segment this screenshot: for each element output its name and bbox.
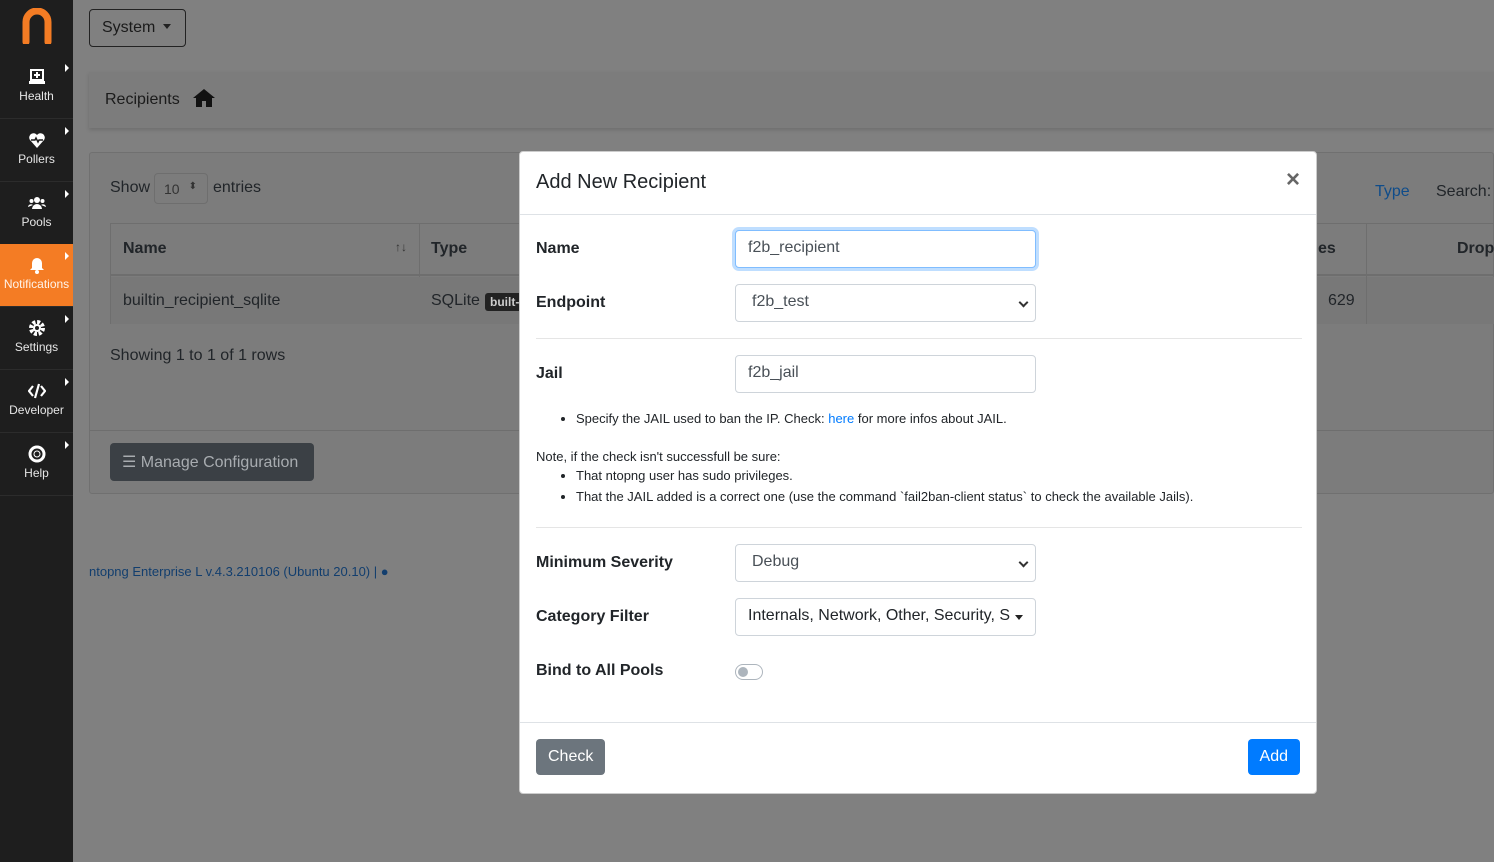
show-label: Show [110,179,151,196]
check-button[interactable]: Check [536,739,606,775]
column-partial[interactable]: es [1318,240,1336,258]
name-input[interactable]: f2b_recipient [735,230,1036,268]
caret-right-icon [65,127,69,135]
sidebar-item-developer[interactable]: Developer [0,370,73,433]
caret-right-icon [65,64,69,72]
row-type: SQLite [431,292,480,309]
sidebar-item-label: Notifications [3,277,70,291]
name-label: Name [536,240,580,257]
sidebar-item-settings[interactable]: Settings [0,307,73,370]
tasks-icon: ☰ [122,454,141,471]
row-count: 629 [1328,292,1355,309]
sidebar-item-label: Pools [21,215,52,229]
search-label: Search: [1436,183,1492,200]
sidebar: Health Pollers Pools Notifications Settings D… [0,0,73,862]
caret-right-icon [65,315,69,323]
home-icon[interactable] [192,88,216,108]
add-button[interactable]: Add [1247,739,1300,775]
sidebar-item-label: Settings [14,340,59,354]
modal-title: Add New Recipient [536,171,707,193]
sidebar-item-pollers[interactable]: Pollers [0,119,73,182]
caret-right-icon [65,441,69,449]
caret-right-icon [65,190,69,198]
caret-down-icon [1015,615,1023,620]
system-label: System [102,19,156,36]
bind-all-pools-toggle[interactable] [735,664,763,680]
caret-down-icon [163,24,172,29]
users-icon [27,197,46,209]
life-ring-icon [28,445,45,463]
here-link[interactable]: here [828,411,854,426]
severity-label: Minimum Severity [536,554,673,571]
sort-icon[interactable]: ↑↓ [395,240,407,254]
bell-icon [29,258,44,274]
endpoint-label: Endpoint [536,294,606,311]
cog-icon [28,320,45,336]
sidebar-item-label: Health [19,89,54,103]
caret-right-icon [65,252,69,260]
sidebar-item-label: Developer [9,403,64,417]
type-filter-dropdown[interactable]: Type [1375,183,1410,201]
sidebar-item-label: Help [24,466,49,480]
breadcrumb-title: Recipients [105,91,180,108]
column-type[interactable]: Type [431,240,467,258]
close-icon[interactable]: × [1286,166,1300,194]
add-recipient-modal: Add New Recipient × Name f2b_recipient E… [519,151,1317,794]
severity-select[interactable]: Debug [735,544,1036,582]
code-icon [27,383,46,399]
system-dropdown[interactable]: System [89,9,186,47]
heartbeat-icon [28,133,45,148]
table-info: Showing 1 to 1 of 1 rows [110,347,286,364]
column-drop[interactable]: Drop [1457,240,1494,258]
category-filter-dropdown[interactable]: Internals, Network, Other, Security, S [735,598,1036,636]
category-label: Category Filter [536,608,649,625]
breadcrumb: Recipients [89,72,1494,128]
sidebar-item-health[interactable]: Health [0,56,73,119]
sidebar-item-pools[interactable]: Pools [0,182,73,245]
footer-version[interactable]: ntopng Enterprise L v.4.3.210106 (Ubuntu… [89,564,389,579]
laptop-medical-icon [28,69,45,84]
row-name: builtin_recipient_sqlite [123,292,281,309]
sidebar-item-notifications[interactable]: Notifications [0,244,73,307]
jail-input[interactable]: f2b_jail [735,355,1036,393]
jail-label: Jail [536,365,563,382]
jail-hint: Specify the JAIL used to ban the IP. Che… [536,405,1007,426]
ntopng-logo[interactable] [22,8,52,44]
caret-right-icon [65,378,69,386]
column-name[interactable]: Name [123,240,167,258]
chevron-down-icon [1018,557,1029,568]
pools-label: Bind to All Pools [536,662,664,679]
entries-label: entries [213,179,262,196]
github-icon[interactable]: ● [381,564,389,579]
sidebar-item-help[interactable]: Help [0,433,73,496]
endpoint-select[interactable]: f2b_test [735,284,1036,322]
chevron-down-icon [1018,297,1029,308]
check-note: Note, if the check isn't successfull be … [536,449,1193,504]
manage-configuration-button[interactable]: ☰ Manage Configuration [110,443,314,481]
entries-select[interactable]: 10 ⬍ [154,173,208,204]
sidebar-item-label: Pollers [18,152,55,166]
